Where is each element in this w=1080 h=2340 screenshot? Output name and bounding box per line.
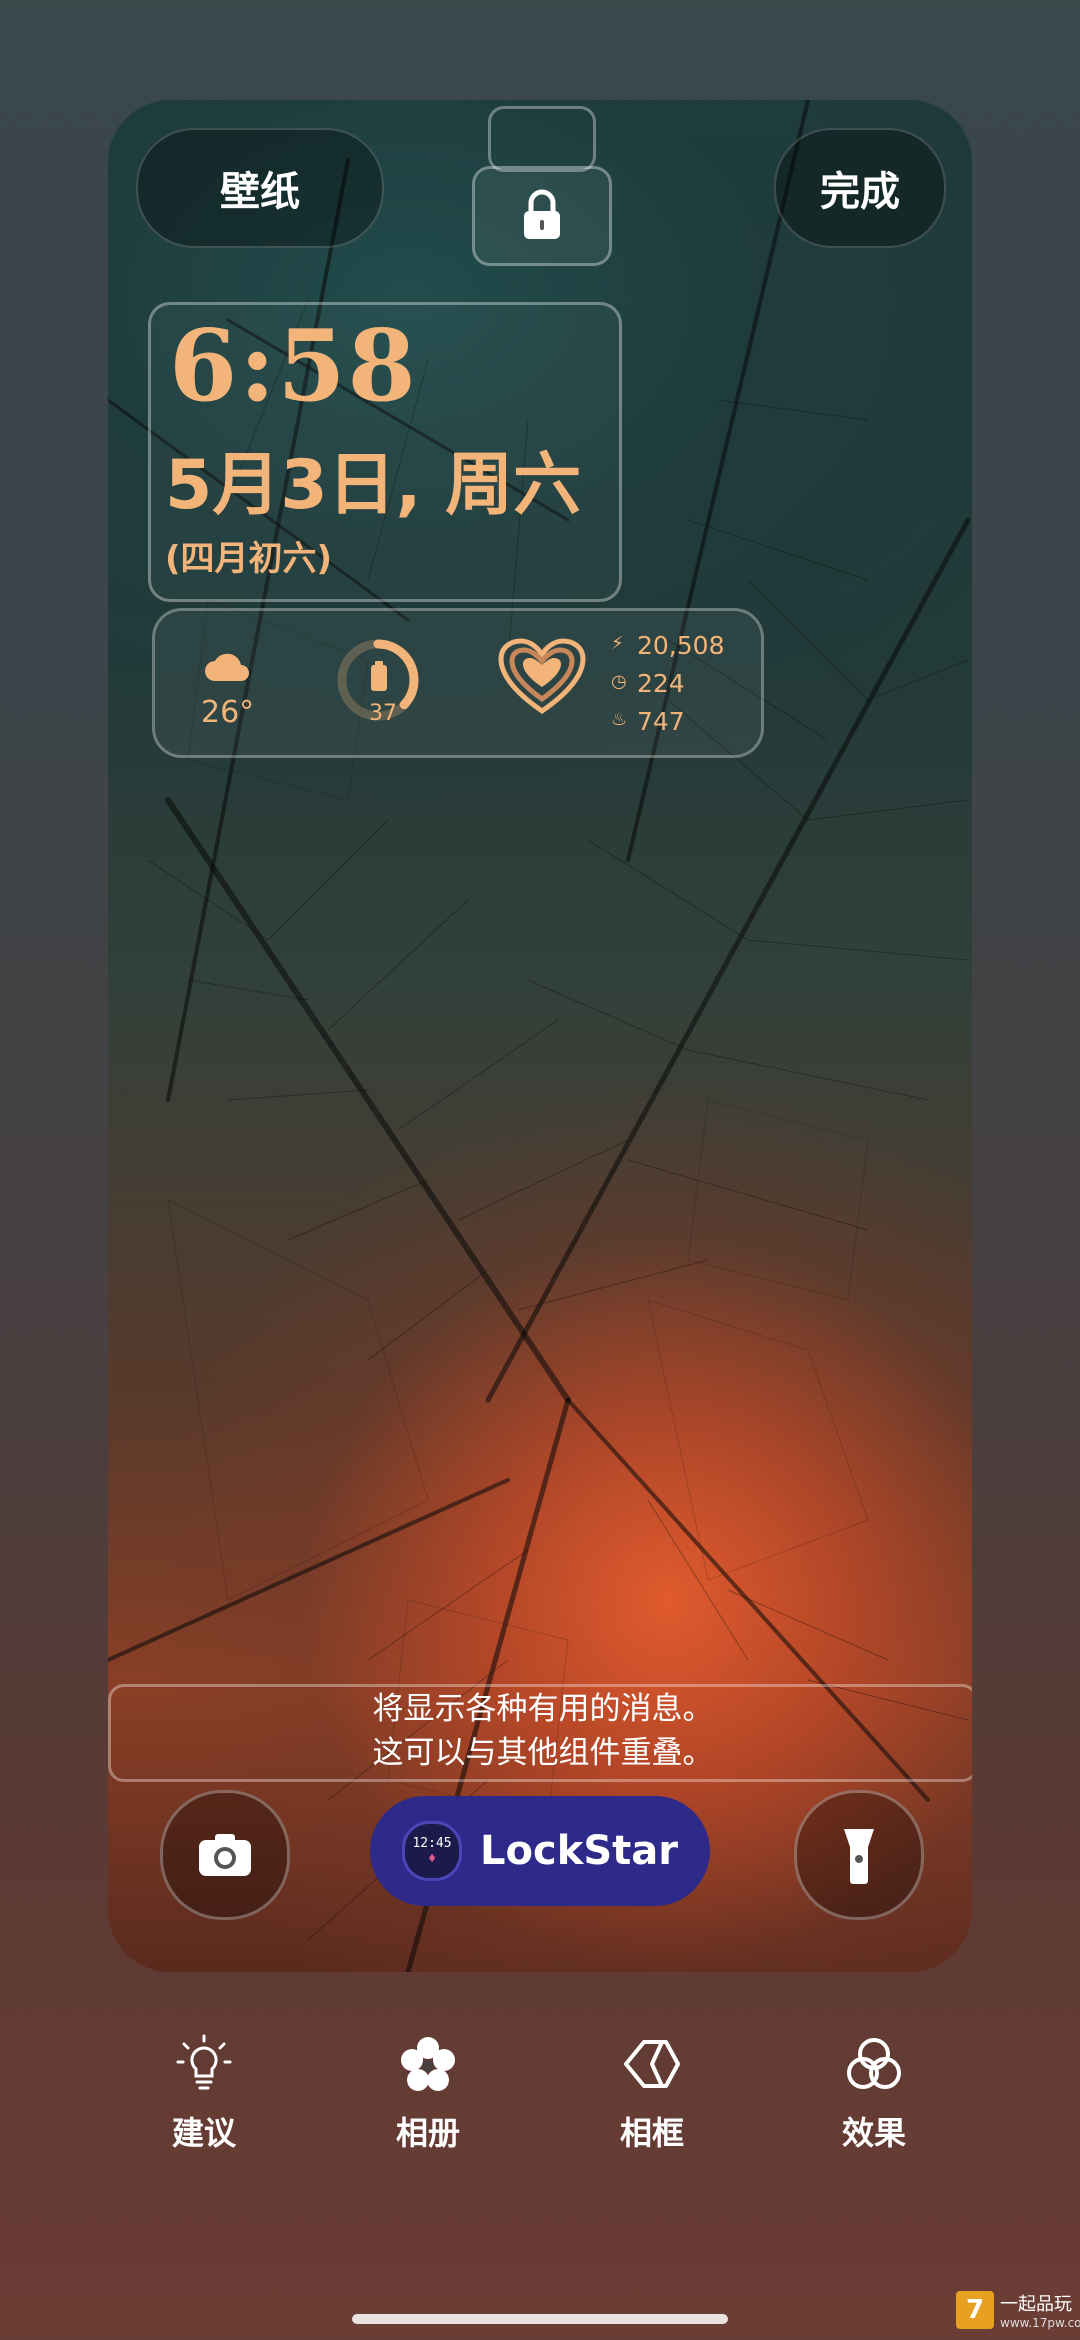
clock-time: 6:58 (169, 309, 418, 424)
site-watermark: 7 一起品玩 www.17pw.com (956, 2290, 1080, 2330)
clock-lunar-date: (四月初六) (165, 539, 333, 579)
tab-suggestions-label: 建议 (171, 2114, 236, 2152)
calories-value: 747 (637, 707, 685, 736)
tab-frame-label: 相框 (619, 2114, 684, 2152)
camera-notch-outline (488, 106, 596, 172)
tab-effects[interactable]: 效果 (804, 2032, 944, 2154)
tab-album[interactable]: 相册 (358, 2032, 498, 2154)
heart-rings-icon (498, 638, 586, 715)
flashlight-shortcut-button[interactable] (794, 1790, 924, 1920)
weather-temp: 26° (201, 695, 255, 730)
lockstar-app-button[interactable]: 12:45 ♦ LockStar (370, 1796, 710, 1906)
effects-icon (847, 2038, 901, 2089)
cloud-icon (205, 653, 249, 681)
done-button[interactable]: 完成 (774, 128, 946, 248)
lock-icon (524, 189, 560, 239)
battery-percent: 37 (369, 701, 397, 726)
stat2-value: 224 (637, 669, 685, 698)
frame-icon (624, 2040, 680, 2088)
home-indicator[interactable] (352, 2314, 728, 2324)
flower-icon (401, 2037, 455, 2091)
tab-effects-label: 效果 (841, 2114, 906, 2152)
lock-widget[interactable] (472, 166, 612, 266)
watermark-url: www.17pw.com (1000, 2316, 1080, 2330)
camera-shortcut-button[interactable] (160, 1790, 290, 1920)
camera-icon (199, 1834, 251, 1876)
lockstar-app-icon: 12:45 ♦ (402, 1821, 463, 1881)
watermark-logo: 7 (956, 2291, 994, 2329)
wallpaper-button-label: 壁纸 (220, 169, 300, 215)
lockstar-icon-keyhole: ♦ (427, 1850, 437, 1867)
tab-frame[interactable]: 相框 (582, 2032, 722, 2154)
tab-suggestions[interactable]: 建议 (134, 2032, 274, 2154)
tab-album-label: 相册 (395, 2114, 460, 2152)
message-line-2: 这可以与其他组件重叠。 (372, 1735, 714, 1771)
lockscreen-preview: 壁纸 完成 6:58 5月3日, 周六 (四月初六) 26° 37 ⚡ 20,5… (108, 100, 972, 1972)
steps-value: 20,508 (637, 631, 725, 660)
lightbulb-icon (176, 2034, 232, 2090)
wallpaper-button[interactable]: 壁纸 (136, 128, 384, 248)
flame-icon: ♨ (611, 709, 628, 730)
lockstar-label: LockStar (480, 1828, 678, 1874)
watermark-text: 一起品玩 (1000, 2294, 1072, 2315)
lockstar-icon-time: 12:45 (412, 1835, 452, 1851)
flashlight-icon (844, 1829, 874, 1884)
message-line-1: 将显示各种有用的消息。 (372, 1691, 714, 1727)
done-button-label: 完成 (820, 169, 900, 215)
widgets-row[interactable]: 26° 37 ⚡ 20,508 ◷ 224 ♨ 747 (152, 608, 764, 758)
steps-icon: ⚡ (611, 633, 624, 654)
clock-date: 5月3日, 周六 (165, 446, 582, 525)
clock-stat-icon: ◷ (611, 671, 627, 692)
message-area[interactable]: 将显示各种有用的消息。 这可以与其他组件重叠。 (108, 1684, 972, 1782)
clock-widget[interactable]: 6:58 5月3日, 周六 (四月初六) (148, 302, 622, 602)
